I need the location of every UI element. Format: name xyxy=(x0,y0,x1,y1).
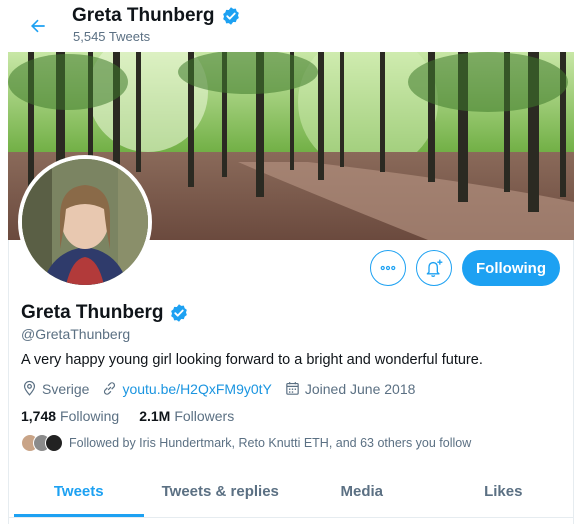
followed-by-row[interactable]: Followed by Iris Hundertmark, Reto Knutt… xyxy=(21,434,471,452)
follow-counts: 1,748 Following 2.1M Followers xyxy=(21,408,234,424)
follower-avatar xyxy=(45,434,63,452)
location-text: Sverige xyxy=(42,380,90,397)
profile-bio: A very happy young girl looking forward … xyxy=(21,352,483,368)
profile-tabs: Tweets Tweets & replies Media Likes xyxy=(8,466,574,518)
bell-plus-icon xyxy=(426,259,443,277)
tab-likes[interactable]: Likes xyxy=(433,466,575,517)
profile-avatar[interactable] xyxy=(18,155,152,289)
profile-name-group: Greta Thunberg xyxy=(21,302,189,324)
calendar-icon xyxy=(286,382,299,395)
followers-label: Followers xyxy=(174,408,235,424)
notifications-button[interactable] xyxy=(416,250,452,286)
avatar-photo xyxy=(22,159,148,285)
tab-media[interactable]: Media xyxy=(291,466,433,517)
header-tweet-count: 5,545 Tweets xyxy=(73,29,151,44)
followers-count: 2.1M xyxy=(139,408,171,424)
verified-badge-icon xyxy=(170,304,187,322)
verified-badge-icon xyxy=(222,7,239,25)
following-count-link[interactable]: 1,748 Following xyxy=(21,408,119,424)
website-link[interactable]: youtu.be/H2QxFM9y0tY xyxy=(122,381,271,397)
profile-name: Greta Thunberg xyxy=(21,302,164,323)
following-button[interactable]: Following xyxy=(462,250,560,286)
more-options-button[interactable] xyxy=(370,250,406,286)
following-label: Following xyxy=(60,408,120,424)
followed-by-text: Followed by Iris Hundertmark, Reto Knutt… xyxy=(69,436,472,450)
top-header: Greta Thunberg 5,545 Tweets xyxy=(8,0,574,52)
joined-item: Joined June 2018 xyxy=(284,380,416,397)
header-title: Greta Thunberg xyxy=(72,5,215,26)
more-dots-icon xyxy=(380,265,396,271)
profile-handle: @GretaThunberg xyxy=(21,326,131,342)
header-title-group: Greta Thunberg xyxy=(72,5,241,27)
back-button[interactable] xyxy=(22,10,54,42)
website-item: youtu.be/H2QxFM9y0tY xyxy=(101,380,272,397)
tab-tweets-and-replies[interactable]: Tweets & replies xyxy=(150,466,292,517)
location-pin-icon xyxy=(23,380,36,396)
profile-meta: Sverige youtu.be/H2QxFM9y0tY Joined June… xyxy=(21,380,427,397)
link-icon xyxy=(104,382,116,395)
back-arrow-icon xyxy=(31,19,45,33)
joined-text: Joined June 2018 xyxy=(304,380,416,397)
followed-by-avatars xyxy=(21,434,63,452)
location-item: Sverige xyxy=(21,380,89,397)
following-count: 1,748 xyxy=(21,408,57,424)
followers-count-link[interactable]: 2.1M Followers xyxy=(139,408,234,424)
tab-tweets[interactable]: Tweets xyxy=(8,466,150,517)
